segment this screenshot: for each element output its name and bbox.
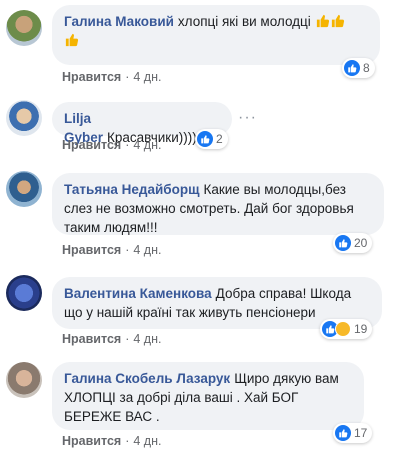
like-reaction-icon xyxy=(335,235,351,251)
separator: · xyxy=(125,70,130,84)
like-link[interactable]: Нравится xyxy=(62,434,121,448)
like-link[interactable]: Нравится xyxy=(62,243,121,257)
comment: Галина Скобель Лазарук Щиро дякую вам ХЛО… xyxy=(0,350,410,455)
avatar[interactable] xyxy=(6,362,42,398)
reaction-count: 8 xyxy=(363,61,370,75)
timestamp[interactable]: 4 дн. xyxy=(133,70,161,84)
comment-actions: Нравится · 4 дн. xyxy=(62,243,161,257)
comment: Валентина Каменкова Добра справа! Шкода щ… xyxy=(0,265,410,355)
separator: · xyxy=(125,138,130,152)
separator: · xyxy=(125,332,130,346)
reaction-count-badge[interactable]: 19 xyxy=(320,319,373,339)
like-link[interactable]: Нравится xyxy=(62,70,121,84)
timestamp[interactable]: 4 дн. xyxy=(133,332,161,346)
comment: Lilja Gyber Красавчики)))) 2 ··· Нравится… xyxy=(0,92,410,158)
comment-actions: Нравится · 4 дн. xyxy=(62,332,161,346)
comment-actions: Нравится · 4 дн. xyxy=(62,70,161,84)
comment-bubble: Галина Маковий хлопці які ви молодці xyxy=(52,5,380,65)
timestamp[interactable]: 4 дн. xyxy=(133,243,161,257)
separator: · xyxy=(125,434,130,448)
reaction-count-badge[interactable]: 17 xyxy=(333,423,373,443)
reaction-count: 17 xyxy=(354,426,368,440)
like-link[interactable]: Нравится xyxy=(62,332,121,346)
reaction-count: 2 xyxy=(216,132,223,146)
more-options-icon[interactable]: ··· xyxy=(238,109,257,127)
comment-author[interactable]: Валентина Каменкова xyxy=(64,286,212,301)
timestamp[interactable]: 4 дн. xyxy=(133,138,161,152)
reaction-count-badge[interactable]: 20 xyxy=(333,233,373,253)
avatar[interactable] xyxy=(6,10,42,46)
comment-author[interactable]: Галина Скобель Лазарук xyxy=(64,371,230,386)
comment-actions: Нравится · 4 дн. xyxy=(62,434,161,448)
comment-actions: Нравится · 4 дн. xyxy=(62,138,161,152)
like-reaction-icon xyxy=(335,425,351,441)
comment-bubble: Галина Скобель Лазарук Щиро дякую вам ХЛО… xyxy=(52,362,364,430)
reaction-count-badge[interactable]: 2 xyxy=(195,129,228,149)
comment-bubble: Татьяна Недайборщ Какие вы молодцы,без сл… xyxy=(52,173,384,235)
comment: Галина Маковий хлопці які ви молодці 8 Нр… xyxy=(0,0,410,92)
comment: Татьяна Недайборщ Какие вы молодцы,без сл… xyxy=(0,165,410,265)
avatar[interactable] xyxy=(6,100,42,136)
comment-author[interactable]: Татьяна Недайборщ xyxy=(64,182,199,197)
comment-author[interactable]: Галина Маковий xyxy=(64,14,174,29)
avatar[interactable] xyxy=(6,275,42,311)
reaction-count: 20 xyxy=(354,236,368,250)
timestamp[interactable]: 4 дн. xyxy=(133,434,161,448)
comment-text: хлопці які ви молодці xyxy=(177,14,311,29)
reaction-count: 19 xyxy=(354,322,368,336)
sad-reaction-icon xyxy=(335,321,351,337)
separator: · xyxy=(125,243,130,257)
like-link[interactable]: Нравится xyxy=(62,138,121,152)
avatar[interactable] xyxy=(6,171,42,207)
reaction-count-badge[interactable]: 8 xyxy=(342,58,375,78)
like-reaction-icon xyxy=(344,60,360,76)
like-reaction-icon xyxy=(197,131,213,147)
